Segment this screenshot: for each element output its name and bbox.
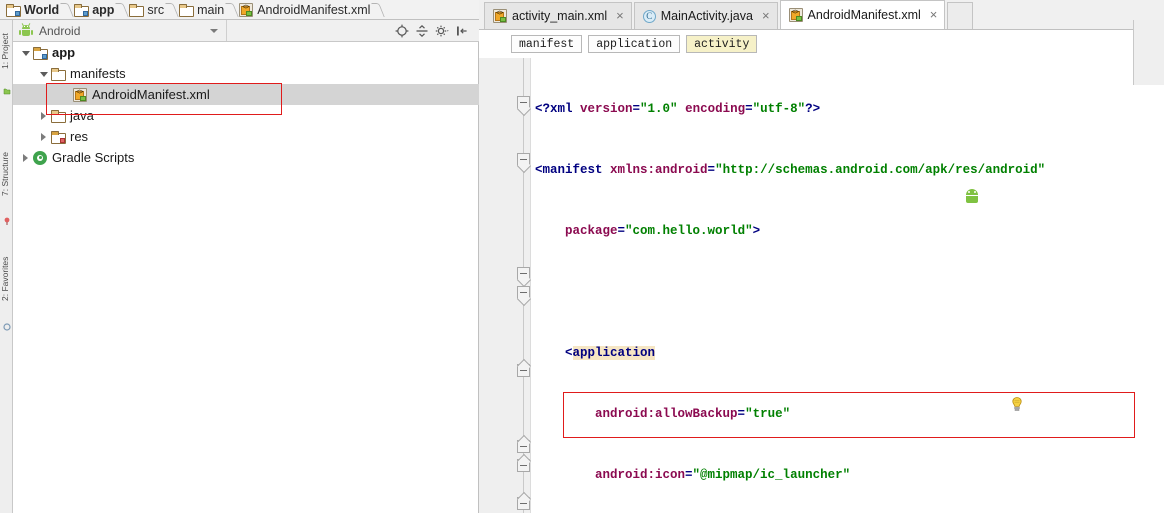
xml-file-icon xyxy=(788,8,803,22)
breadcrumb-label: AndroidManifest.xml xyxy=(257,2,371,17)
editor-area: activity_main.xml × C MainActivity.java … xyxy=(479,0,1164,513)
fold-marker-manifest-end[interactable] xyxy=(517,497,530,510)
folder-icon xyxy=(51,109,66,123)
tree-item-label: manifests xyxy=(70,66,126,81)
breadcrumb-label: app xyxy=(92,2,115,17)
favorites-icon xyxy=(3,318,11,331)
code-content[interactable]: <?xml version="1.0" encoding="utf-8"?> <… xyxy=(531,58,1164,513)
java-class-icon: C xyxy=(642,9,656,23)
res-folder-icon xyxy=(51,130,66,144)
project-tree[interactable]: app manifests AndroidManifest.xml java xyxy=(13,42,479,168)
structure-icon xyxy=(3,212,11,225)
tree-item-label: app xyxy=(52,45,76,60)
tool-button-favorites[interactable]: 2: Favorites xyxy=(0,242,13,316)
module-folder-icon xyxy=(33,46,48,60)
tree-item-gradle-scripts[interactable]: Gradle Scripts xyxy=(13,147,479,168)
breadcrumb-item-manifest[interactable]: AndroidManifest.xml xyxy=(237,0,372,20)
chevron-right-icon[interactable] xyxy=(37,130,51,144)
folder-icon xyxy=(74,3,90,17)
close-icon[interactable]: × xyxy=(762,9,770,22)
breadcrumb-item-src[interactable]: src xyxy=(127,0,166,20)
close-icon[interactable]: × xyxy=(616,9,624,22)
breadcrumb-label: World xyxy=(24,2,60,17)
fold-marker-intent-filter[interactable] xyxy=(517,286,530,299)
tree-item-app[interactable]: app xyxy=(13,42,479,63)
android-icon xyxy=(19,23,33,37)
tool-button-structure[interactable]: 7: Structure xyxy=(0,138,13,210)
tree-item-manifests[interactable]: manifests xyxy=(13,63,479,84)
chevron-right-icon[interactable] xyxy=(37,109,51,123)
code-line: <manifest xmlns:android="http://schemas.… xyxy=(535,163,1046,177)
fold-marker-activity-end[interactable] xyxy=(517,440,530,453)
chevron-down-icon xyxy=(210,29,218,33)
fold-marker-application[interactable] xyxy=(517,153,530,166)
xml-file-icon xyxy=(493,9,507,23)
tree-item-java[interactable]: java xyxy=(13,105,479,126)
tree-item-res[interactable]: res xyxy=(13,126,479,147)
editor-crumb-application[interactable]: application xyxy=(588,35,681,53)
breadcrumb-label: main xyxy=(197,2,225,17)
tree-item-android-manifest[interactable]: AndroidManifest.xml xyxy=(13,84,479,105)
chevron-down-icon[interactable] xyxy=(37,67,51,81)
tree-item-label: Gradle Scripts xyxy=(52,150,135,165)
tab-activity-main-xml[interactable]: activity_main.xml × xyxy=(484,2,632,29)
code-line: <application xyxy=(565,346,656,360)
tree-item-label: res xyxy=(70,129,89,144)
code-line: android:allowBackup="true" xyxy=(595,407,791,421)
breadcrumb-item-main[interactable]: main xyxy=(177,0,226,20)
fold-marker-application-end[interactable] xyxy=(517,459,530,472)
breadcrumb-separator-icon xyxy=(61,0,72,20)
breadcrumb-separator-icon xyxy=(226,0,237,20)
breadcrumb-item-world[interactable]: World xyxy=(4,0,61,20)
tab-main-activity-java[interactable]: C MainActivity.java × xyxy=(633,2,778,29)
tab-android-manifest-xml[interactable]: AndroidManifest.xml × xyxy=(779,0,946,29)
xml-file-icon xyxy=(239,2,254,17)
xml-file-icon xyxy=(73,87,87,102)
gear-icon[interactable] xyxy=(433,22,451,40)
android-studio-window: World app src main AndroidManifest.xml 1… xyxy=(0,0,1164,513)
project-panel-toolbar xyxy=(393,22,479,40)
project-panel-header: Android xyxy=(13,20,479,42)
tab-label: AndroidManifest.xml xyxy=(807,8,921,22)
chevron-right-icon[interactable] xyxy=(19,151,33,165)
folder-icon xyxy=(179,3,195,17)
code-line: package="com.hello.world"> xyxy=(565,224,761,238)
project-view-selector[interactable]: Android xyxy=(13,20,227,41)
tree-item-label: java xyxy=(70,108,94,123)
breadcrumb-separator-icon xyxy=(372,0,383,20)
project-icon xyxy=(3,82,11,95)
fold-marker-intent-filter-end[interactable] xyxy=(517,364,530,377)
folder-icon xyxy=(51,67,66,81)
fold-marker-activity[interactable] xyxy=(517,267,530,280)
gradle-icon xyxy=(33,150,47,165)
breadcrumb-separator-icon xyxy=(166,0,177,20)
left-tool-window-strip: 1: Project 7: Structure 2: Favorites xyxy=(0,20,13,513)
tree-item-label: AndroidManifest.xml xyxy=(92,87,210,102)
editor-breadcrumb: manifest application activity xyxy=(479,30,1164,58)
editor-crumb-activity[interactable]: activity xyxy=(686,35,758,53)
hide-panel-icon[interactable] xyxy=(453,22,471,40)
folder-icon xyxy=(129,3,145,17)
editor-crumb-manifest[interactable]: manifest xyxy=(511,35,583,53)
collapse-all-icon[interactable] xyxy=(413,22,431,40)
chevron-down-icon[interactable] xyxy=(19,46,33,60)
code-line: android:icon="@mipmap/ic_launcher" xyxy=(595,468,851,482)
fold-marker-manifest[interactable] xyxy=(517,96,530,109)
code-line: <?xml version="1.0" encoding="utf-8"?> xyxy=(535,102,821,116)
tab-label: activity_main.xml xyxy=(512,9,608,23)
tab-label: MainActivity.java xyxy=(660,9,753,23)
folder-icon xyxy=(6,3,21,17)
tool-button-project[interactable]: 1: Project xyxy=(0,22,13,80)
tab-bar-filler xyxy=(947,2,974,29)
breadcrumb-item-app[interactable]: app xyxy=(72,0,116,20)
close-icon[interactable]: × xyxy=(930,8,938,21)
project-view-label: Android xyxy=(39,23,81,38)
breadcrumb-separator-icon xyxy=(116,0,127,20)
breadcrumb-label: src xyxy=(147,2,165,17)
locate-in-tree-icon[interactable] xyxy=(393,22,411,40)
right-panel-stub xyxy=(1133,20,1164,85)
editor-tab-bar: activity_main.xml × C MainActivity.java … xyxy=(479,0,1164,30)
project-tool-window: Android app manifests <> AndroidManifest… xyxy=(13,20,479,513)
